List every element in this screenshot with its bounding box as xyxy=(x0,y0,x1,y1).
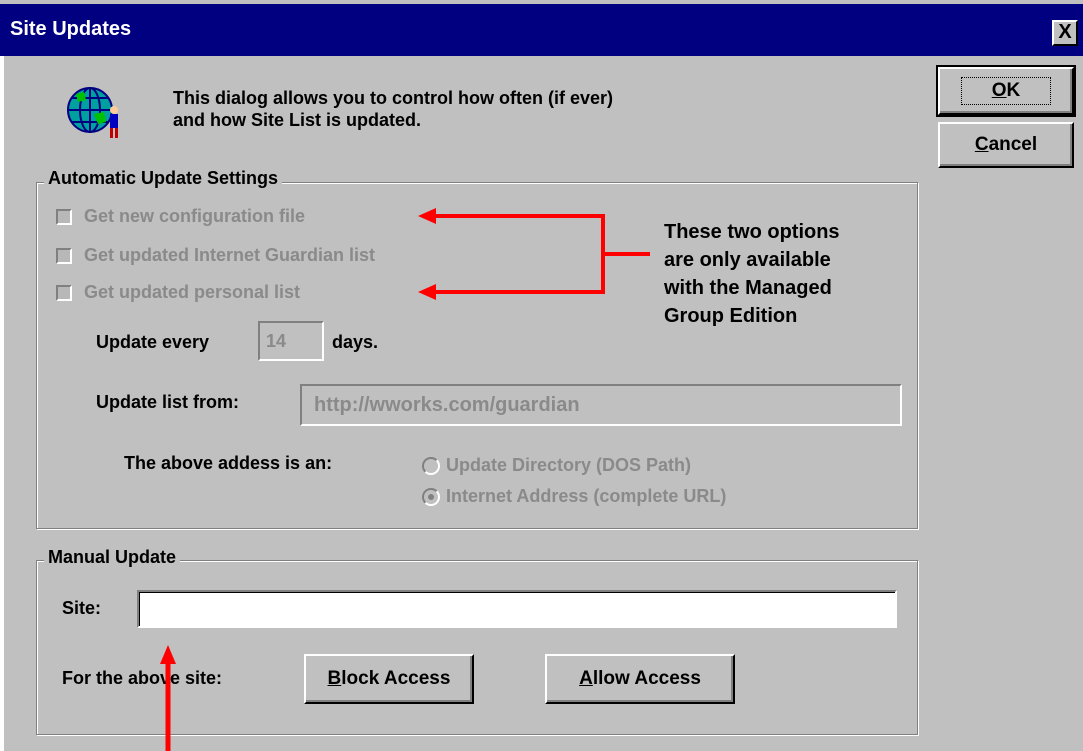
site-input[interactable] xyxy=(137,590,897,628)
annotation-line: These two options xyxy=(664,221,840,243)
for-site-label: For the above site: xyxy=(62,668,223,688)
annotation-line: are only available xyxy=(664,249,831,271)
annotation-line: with the Managed xyxy=(664,277,832,299)
checkbox-get-guardian-list[interactable]: Get updated Internet Guardian list xyxy=(56,245,375,266)
radio-button[interactable] xyxy=(422,456,440,475)
allow-label: llow Access xyxy=(592,668,701,689)
update-every-label: Update every xyxy=(96,332,210,352)
intro-text: This dialog allows you to control how of… xyxy=(173,87,873,131)
intro-line-1: This dialog allows you to control how of… xyxy=(173,88,614,108)
block-access-button[interactable]: Block Access xyxy=(304,654,474,704)
manual-update-title: Manual Update xyxy=(44,547,181,568)
cancel-label: ancel xyxy=(988,134,1038,155)
radio-button[interactable] xyxy=(422,487,440,506)
ok-label: K xyxy=(1006,80,1021,101)
checkbox-box[interactable] xyxy=(56,284,72,301)
block-label: lock Access xyxy=(341,668,451,689)
radio-internet-address[interactable]: Internet Address (complete URL) xyxy=(422,486,726,507)
ok-button[interactable]: OK xyxy=(936,65,1076,117)
manual-update-group xyxy=(36,560,918,735)
close-button[interactable]: X xyxy=(1052,20,1078,46)
intro-line-2: and how Site List is updated. xyxy=(173,110,422,130)
checkbox-get-config[interactable]: Get new configuration file xyxy=(56,206,305,227)
checkbox-box[interactable] xyxy=(56,208,72,225)
radio-label: Update Directory (DOS Path) xyxy=(446,455,692,475)
window-title: Site Updates xyxy=(10,18,132,40)
site-updates-dialog: Site Updates X This dialog allows you to… xyxy=(0,0,1083,751)
update-url-input[interactable]: http://wworks.com/guardian xyxy=(300,384,902,426)
address-type-label: The above addess is an: xyxy=(124,453,333,473)
title-bar: Site Updates X xyxy=(0,4,1083,56)
close-icon: X xyxy=(1058,21,1072,43)
cancel-mnemonic: C xyxy=(974,134,989,155)
checkbox-label: Get updated Internet Guardian list xyxy=(84,245,376,265)
checkbox-get-personal-list[interactable]: Get updated personal list xyxy=(56,282,300,303)
annotation-line: Group Edition xyxy=(664,305,798,327)
update-from-label: Update list from: xyxy=(96,392,240,412)
days-label: days. xyxy=(332,332,379,352)
site-label: Site: xyxy=(62,598,102,618)
ok-mnemonic: O xyxy=(991,80,1007,101)
checkbox-label: Get new configuration file xyxy=(84,206,306,226)
ok-focus: OK xyxy=(960,77,1052,105)
allow-mnemonic: A xyxy=(579,668,593,689)
allow-access-button[interactable]: Allow Access xyxy=(545,654,735,704)
checkbox-label: Get updated personal list xyxy=(84,282,301,302)
globe-user-icon xyxy=(67,87,118,138)
automatic-update-title: Automatic Update Settings xyxy=(44,168,283,189)
annotation-note: These two options are only available wit… xyxy=(664,218,924,330)
window-edge xyxy=(0,56,4,751)
block-mnemonic: B xyxy=(327,668,342,689)
cancel-button[interactable]: Cancel xyxy=(938,122,1074,168)
checkbox-box[interactable] xyxy=(56,247,72,264)
days-input[interactable]: 14 xyxy=(258,321,324,361)
radio-update-directory[interactable]: Update Directory (DOS Path) xyxy=(422,455,691,476)
radio-label: Internet Address (complete URL) xyxy=(446,486,727,506)
